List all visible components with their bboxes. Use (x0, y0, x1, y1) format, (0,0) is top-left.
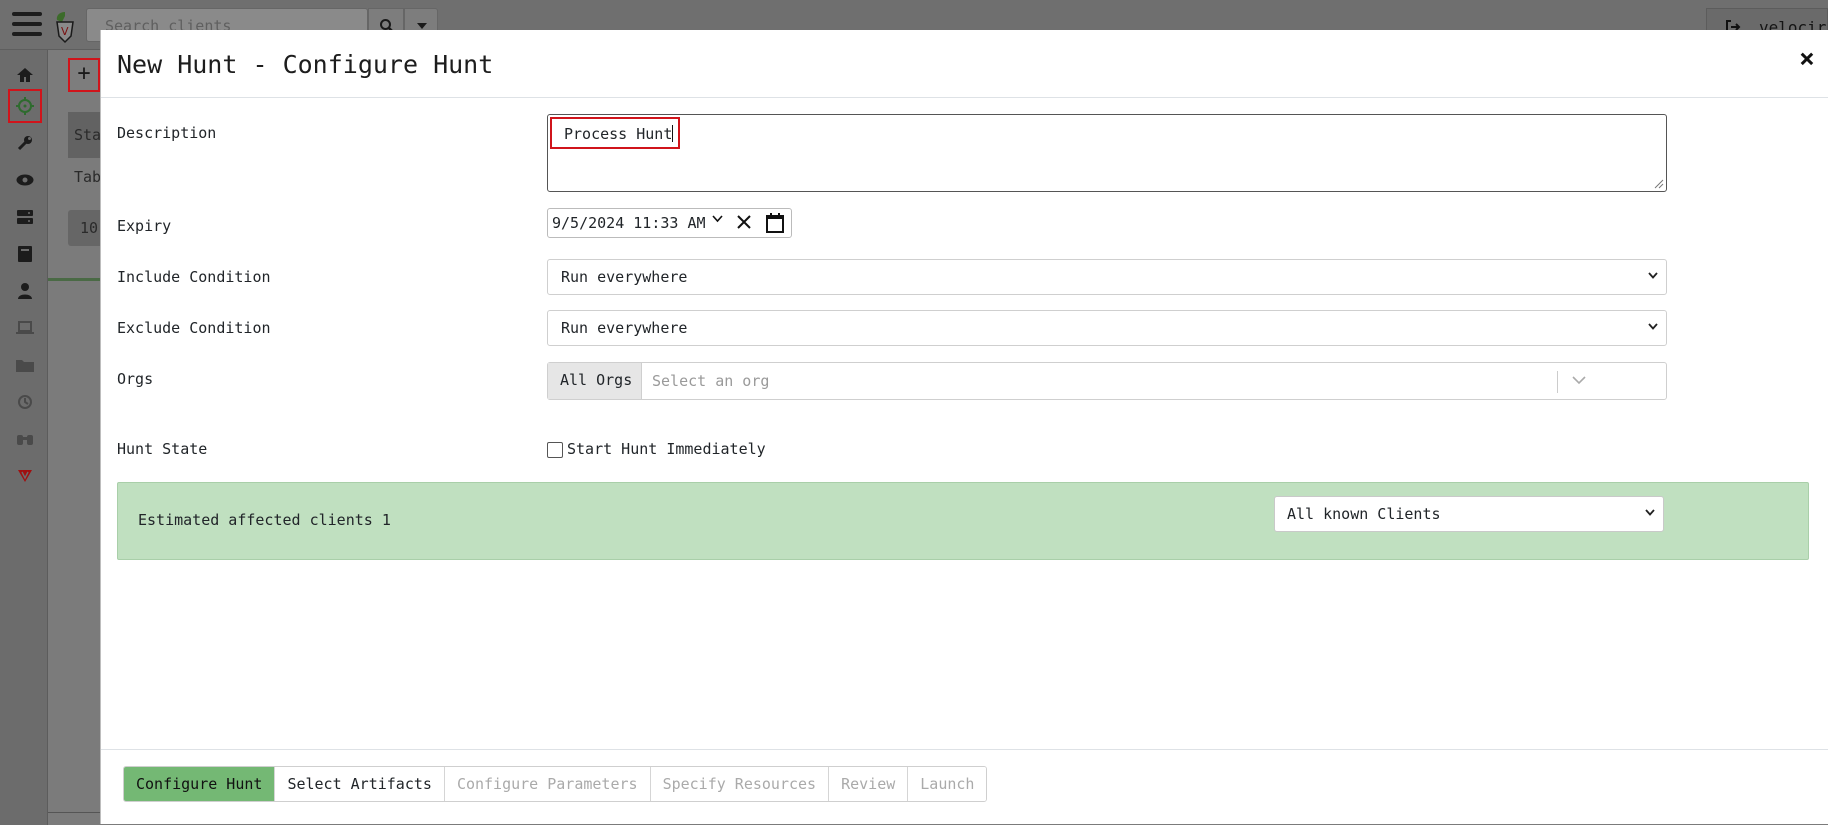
all-orgs-button[interactable]: All Orgs (548, 363, 642, 399)
exclude-condition-value: Run everywhere (561, 319, 688, 337)
step-review[interactable]: Review (829, 767, 909, 801)
folder-icon[interactable] (8, 348, 42, 382)
include-condition-label: Include Condition (117, 268, 271, 286)
orgs-label: Orgs (117, 370, 154, 388)
chevron-down-icon[interactable] (1572, 376, 1586, 385)
new-hunt-button[interactable]: + (68, 58, 100, 92)
step-configure-parameters[interactable]: Configure Parameters (444, 767, 651, 801)
estimated-clients-text: Estimated affected clients 1 (138, 511, 391, 529)
chevron-down-icon (1648, 272, 1658, 279)
expiry-label: Expiry (117, 217, 172, 235)
calendar-icon[interactable] (766, 213, 784, 233)
chevron-down-icon (1648, 323, 1658, 330)
exclude-condition-label: Exclude Condition (117, 319, 271, 337)
divider (1557, 371, 1558, 393)
client-scope-select[interactable]: All known Clients (1274, 496, 1664, 532)
hunt-state-label: Hunt State (117, 440, 208, 458)
description-label: Description (117, 124, 217, 142)
crosshair-icon[interactable] (8, 89, 42, 123)
velociraptor-logo-icon[interactable] (8, 459, 42, 493)
wizard-steps: Configure Hunt Select Artifacts Configur… (123, 766, 988, 802)
step-select-artifacts[interactable]: Select Artifacts (275, 767, 445, 801)
new-hunt-modal: New Hunt - Configure Hunt × Description … (100, 30, 1828, 824)
home-icon[interactable] (8, 58, 42, 92)
step-configure-hunt[interactable]: Configure Hunt (124, 767, 276, 801)
description-value: Process Hunt (550, 117, 681, 149)
server-icon[interactable] (8, 200, 42, 234)
chevron-down-icon (1645, 509, 1655, 516)
eye-icon[interactable] (8, 163, 42, 197)
divider (48, 812, 108, 813)
hamburger-menu-icon[interactable] (12, 12, 42, 38)
velociraptor-logo[interactable]: V (54, 10, 76, 44)
client-scope-value: All known Clients (1287, 505, 1441, 523)
chevron-down-icon[interactable] (712, 215, 723, 223)
step-launch[interactable]: Launch (908, 767, 987, 801)
exclude-condition-select[interactable]: Run everywhere (547, 310, 1667, 346)
step-specify-resources[interactable]: Specify Resources (650, 767, 830, 801)
resize-grip-icon[interactable] (1654, 179, 1664, 189)
history-icon[interactable] (8, 385, 42, 419)
app-sidebar (0, 50, 48, 825)
caret-down-icon (417, 23, 427, 29)
start-immediately-label[interactable]: Start Hunt Immediately (567, 440, 766, 458)
binoculars-icon[interactable] (8, 422, 42, 456)
modal-header: New Hunt - Configure Hunt × (101, 30, 1828, 98)
text-cursor (672, 125, 674, 142)
divider (48, 278, 108, 281)
user-icon[interactable] (8, 274, 42, 308)
laptop-icon[interactable] (8, 311, 42, 345)
start-immediately-checkbox[interactable] (547, 442, 563, 458)
close-icon[interactable]: × (1793, 44, 1821, 74)
modal-title: New Hunt - Configure Hunt (117, 50, 494, 79)
book-icon[interactable] (8, 237, 42, 271)
description-textarea[interactable]: Process Hunt (547, 114, 1667, 192)
orgs-selector: All Orgs Select an org (547, 362, 1667, 400)
svg-text:V: V (61, 25, 69, 38)
include-condition-value: Run everywhere (561, 268, 688, 286)
expiry-datetime-input[interactable]: 9/5/2024 11:33 AM (547, 208, 792, 238)
wrench-icon[interactable] (8, 126, 42, 160)
expiry-value: 9/5/2024 11:33 AM (552, 214, 706, 232)
org-search-input[interactable]: Select an org (652, 372, 769, 390)
clear-date-icon[interactable] (736, 214, 752, 230)
include-condition-select[interactable]: Run everywhere (547, 259, 1667, 295)
modal-footer: Configure Hunt Select Artifacts Configur… (101, 749, 1828, 824)
estimate-panel: Estimated affected clients 1 All known C… (117, 482, 1809, 560)
